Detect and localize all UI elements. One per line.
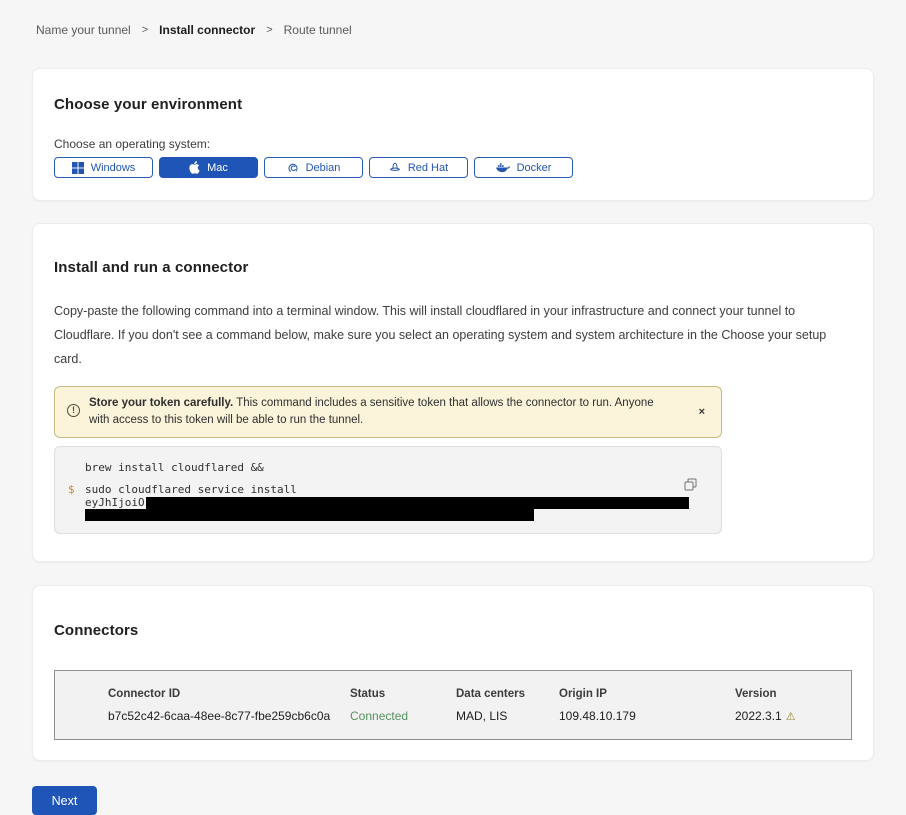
choose-environment-card: Choose your environment Choose an operat… (32, 68, 874, 201)
os-button-debian[interactable]: Debian (264, 157, 363, 178)
breadcrumb-step-install-connector[interactable]: Install connector (159, 23, 255, 37)
column-header-status: Status (350, 688, 456, 700)
install-command-code-block: brew install cloudflared && $ sudo cloud… (54, 446, 722, 534)
connector-status-value: Connected (350, 709, 456, 723)
column-header-data-centers: Data centers (456, 688, 559, 700)
windows-icon (72, 162, 84, 174)
environment-card-title: Choose your environment (54, 96, 852, 113)
os-button-docker[interactable]: Docker (474, 157, 573, 178)
redhat-icon (389, 162, 401, 173)
code-line-token: eyJhIjoiO (55, 496, 721, 509)
version-warning-icon: ⚠ (786, 711, 796, 723)
os-button-mac[interactable]: Mac (159, 157, 258, 178)
os-button-label: Mac (207, 162, 228, 174)
apple-icon (189, 161, 200, 174)
connector-id-value: b7c52c42-6caa-48ee-8c77-fbe259cb6c0a (108, 709, 350, 723)
os-select-label: Choose an operating system: (54, 137, 852, 151)
connector-data-centers-value: MAD, LIS (456, 709, 559, 723)
redacted-token-bar (85, 509, 534, 521)
os-button-redhat[interactable]: Red Hat (369, 157, 468, 178)
os-button-group: Windows Mac Debian Red Hat Docker (54, 157, 852, 178)
code-line-install: sudo cloudflared service install (85, 483, 297, 496)
os-button-label: Debian (306, 162, 341, 174)
connectors-card: Connectors Connector ID Status Data cent… (32, 585, 874, 761)
alert-circle-icon: ! (67, 404, 80, 417)
breadcrumb: Name your tunnel > Install connector > R… (0, 0, 906, 37)
install-description: Copy-paste the following command into a … (54, 299, 852, 371)
breadcrumb-separator: > (266, 24, 272, 36)
warning-message: Store your token carefully. This command… (89, 395, 693, 429)
os-button-windows[interactable]: Windows (54, 157, 153, 178)
warning-title: Store your token carefully. (89, 397, 233, 409)
os-button-label: Docker (517, 162, 552, 174)
connectors-card-title: Connectors (54, 622, 852, 639)
column-header-connector-id: Connector ID (108, 688, 350, 700)
install-card-title: Install and run a connector (54, 259, 852, 276)
shell-prompt: $ (55, 483, 85, 496)
breadcrumb-step-route-tunnel[interactable]: Route tunnel (284, 23, 352, 37)
copy-icon[interactable] (684, 478, 697, 494)
breadcrumb-separator: > (142, 24, 148, 36)
code-line-brew: brew install cloudflared && (55, 461, 721, 474)
install-connector-card: Install and run a connector Copy-paste t… (32, 223, 874, 562)
next-button[interactable]: Next (32, 786, 97, 815)
os-button-label: Windows (91, 162, 136, 174)
column-header-origin-ip: Origin IP (559, 688, 735, 700)
token-warning-banner: ! Store your token carefully. This comma… (54, 386, 722, 438)
connector-version-value: 2022.3.1⚠ (735, 709, 851, 723)
redacted-token-bar (146, 497, 689, 509)
breadcrumb-step-name-tunnel[interactable]: Name your tunnel (36, 23, 131, 37)
docker-icon (496, 162, 510, 173)
column-header-version: Version (735, 688, 851, 700)
debian-icon (287, 162, 299, 174)
close-icon[interactable]: × (693, 404, 711, 420)
connectors-table: Connector ID Status Data centers Origin … (54, 670, 852, 740)
connector-origin-ip-value: 109.48.10.179 (559, 709, 735, 723)
os-button-label: Red Hat (408, 162, 448, 174)
